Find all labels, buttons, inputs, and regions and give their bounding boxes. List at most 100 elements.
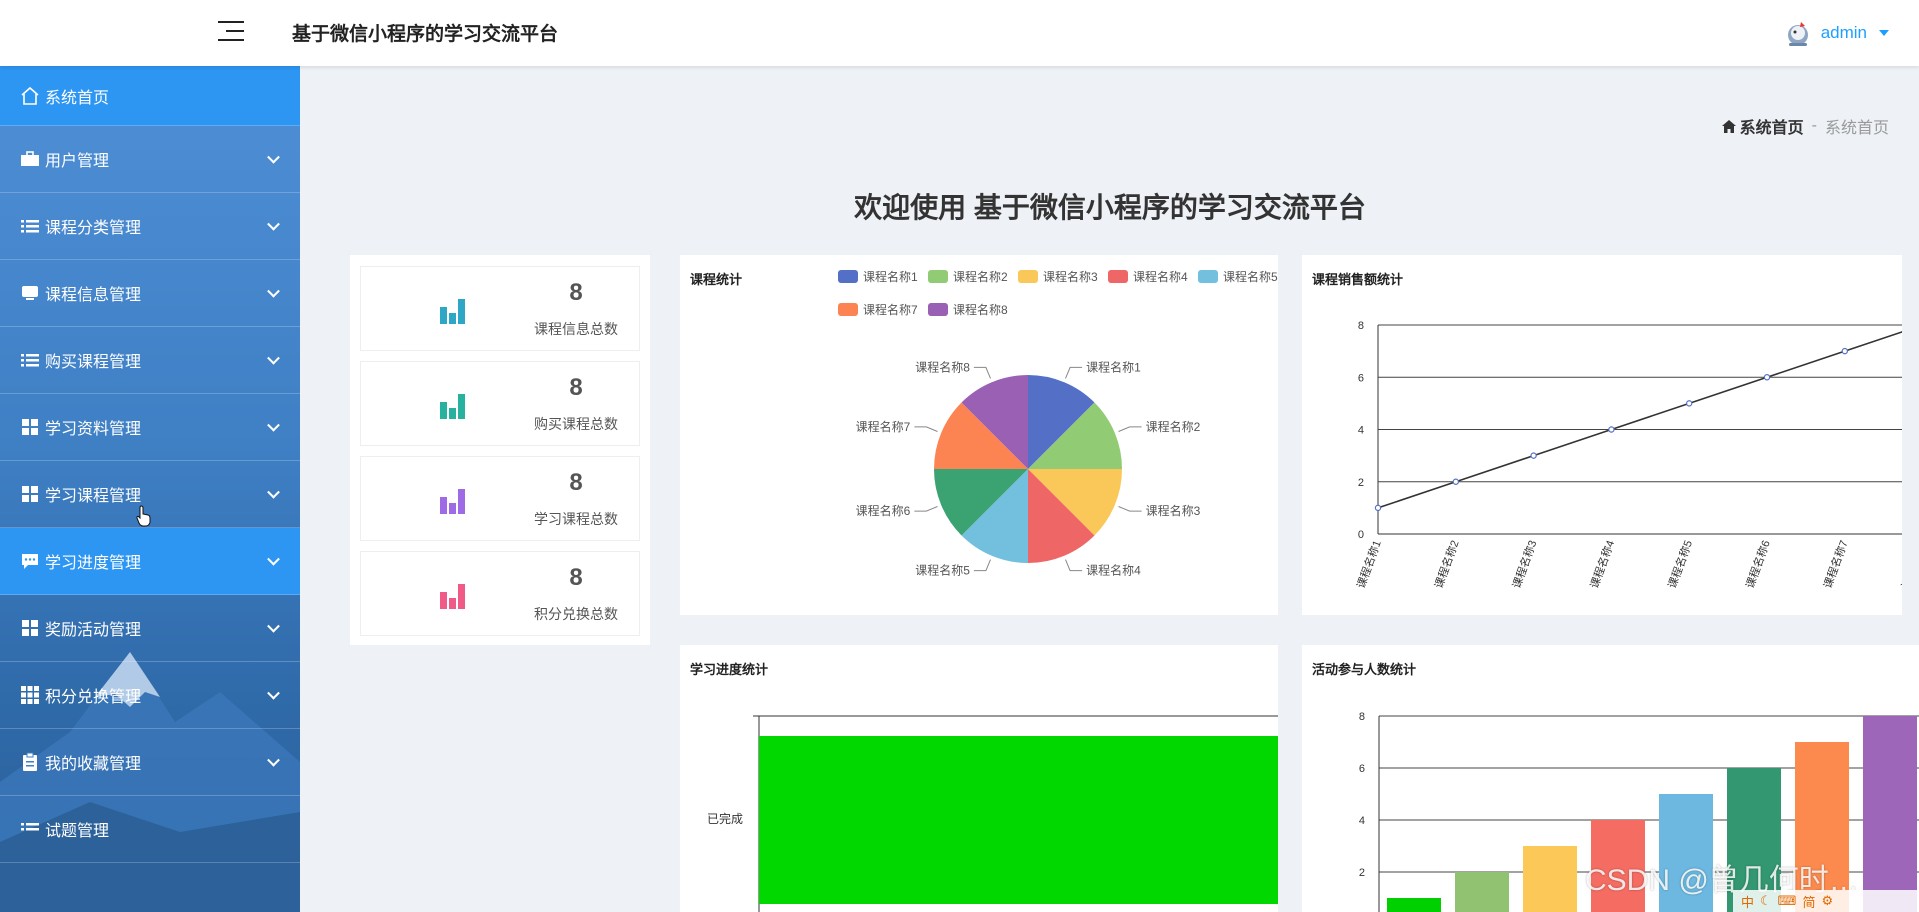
sidebar-item-label: 用户管理 (45, 153, 110, 170)
chevron-down-icon (267, 150, 280, 164)
sidebar-item-course-info[interactable]: 课程信息管理 (0, 260, 300, 327)
pie-label-line (973, 559, 991, 572)
bar (1387, 898, 1441, 912)
pie-label: 课程名称5 (915, 563, 970, 578)
sidebar-item-study-course[interactable]: 学习课程管理 (0, 461, 300, 528)
app-title: 基于微信小程序的学习交流平台 (292, 24, 559, 45)
sidebar-item-points[interactable]: 积分兑换管理 (0, 662, 300, 729)
x-tick-label: 课程名称5 (1665, 538, 1695, 590)
stat-card-purchase: 8 购买课程总数 (360, 361, 640, 446)
y-tick-label: 2 (1358, 477, 1364, 489)
briefcase-icon (21, 151, 39, 166)
ime-toolbar[interactable]: 中 ☾ ⌨ 简 ⚙ (1733, 890, 1919, 912)
y-tick-label: 4 (1358, 425, 1364, 437)
pie-label: 课程名称6 (856, 503, 911, 518)
clipboard-icon (23, 752, 37, 771)
chevron-down-icon (267, 351, 280, 365)
grid-icon (22, 486, 38, 502)
grid-icon (22, 620, 38, 636)
sidebar: 系统首页 用户管理 课程分类管理 课程信息管理 购买课程管理 学习资料管理 学习… (0, 66, 300, 912)
pie-chart: 课程名称1 课程名称2 课程名称3 课程名称4 课程名称5 课程名称6 课程名称7 课程名称8 (856, 359, 1201, 578)
y-tick-label: 6 (1358, 372, 1364, 384)
user-menu[interactable]: admin (1783, 18, 1889, 48)
menu-toggle-icon[interactable] (218, 20, 244, 42)
x-tick-label: 课程名称7 (1820, 538, 1850, 590)
sidebar-item-users[interactable]: 用户管理 (0, 126, 300, 193)
course-pie-card: 课程统计 课程名称1课程名称2课程名称3课程名称4课程名称5课程名称6课程名称7… (680, 255, 1278, 615)
sidebar-item-course-category[interactable]: 课程分类管理 (0, 193, 300, 260)
x-tick-label: 课程名称6 (1743, 538, 1773, 590)
data-point (1530, 452, 1537, 459)
sidebar-item-purchase[interactable]: 购买课程管理 (0, 327, 300, 394)
bar-chart-icon (440, 584, 465, 609)
bar-chart-icon (440, 394, 465, 419)
y-tick-label: 2 (1359, 867, 1365, 879)
pie-label: 课程名称1 (1086, 359, 1141, 374)
sidebar-item-label: 学习资料管理 (45, 421, 142, 438)
monitor-icon (22, 286, 38, 300)
data-point (1374, 504, 1382, 512)
sidebar-item-label: 积分兑换管理 (45, 689, 142, 706)
data-point (1763, 374, 1771, 381)
avatar (1787, 22, 1808, 46)
pie-label-line (1118, 426, 1142, 432)
data-point (1608, 426, 1615, 433)
y-tick-label: 已完成 (707, 811, 743, 826)
pie-label-line (914, 426, 938, 432)
sidebar-item-label: 课程分类管理 (45, 220, 142, 237)
pie-label-line (973, 366, 991, 379)
sidebar-item-label: 试题管理 (45, 823, 110, 840)
bar-chart-icon (440, 299, 465, 324)
x-tick-label: 课程名称2 (1431, 538, 1461, 590)
sidebar-item-label: 学习进度管理 (45, 555, 142, 572)
sidebar-item-rewards[interactable]: 奖励活动管理 (0, 595, 300, 662)
chevron-down-icon (267, 686, 280, 700)
ime-label: 中 (1741, 894, 1755, 910)
stat-card-course-info: 8 课程信息总数 (360, 266, 640, 351)
sidebar-item-favorites[interactable]: 我的收藏管理 (0, 729, 300, 796)
bar-chart-icon (440, 489, 465, 514)
home-icon (21, 86, 39, 105)
stat-card-points: 8 积分兑换总数 (360, 551, 640, 636)
chevron-down-icon (1879, 30, 1889, 36)
breadcrumb-current: 系统首页 (1824, 120, 1889, 137)
data-point (1452, 478, 1459, 485)
welcome-title: 欢迎使用 基于微信小程序的学习交流平台 (854, 192, 1366, 223)
list-icon (21, 823, 39, 831)
grid-icon (22, 419, 38, 435)
bar (1863, 716, 1917, 912)
sidebar-item-materials[interactable]: 学习资料管理 (0, 394, 300, 461)
pie-label-line (1065, 366, 1083, 379)
chevron-down-icon (267, 217, 280, 231)
sidebar-item-progress[interactable]: 学习进度管理 (0, 528, 300, 595)
bar (1523, 846, 1577, 912)
pie-label-line (1118, 506, 1142, 512)
pie-label: 课程名称4 (1086, 563, 1141, 578)
sidebar-item-questions[interactable]: 试题管理 (0, 796, 300, 863)
sidebar-item-label: 我的收藏管理 (45, 756, 142, 773)
chevron-down-icon (267, 619, 280, 633)
ime-moon-icon: ☾ (1760, 893, 1772, 908)
breadcrumb: 系统首页 - 系统首页 (1721, 114, 1889, 138)
list-icon (21, 220, 39, 233)
list-icon (21, 354, 39, 367)
sidebar-item-label: 系统首页 (45, 89, 110, 107)
user-name: admin (1820, 23, 1867, 42)
bar (1455, 872, 1509, 912)
y-tick-label: 8 (1359, 711, 1365, 723)
y-tick-label: 8 (1358, 320, 1364, 332)
chevron-down-icon (267, 753, 280, 767)
sidebar-item-label: 奖励活动管理 (45, 622, 142, 639)
stats-panel: 8 课程信息总数 8 购买课程总数 8 学习课程总数 8 积分兑换总数 (350, 255, 650, 645)
stat-label: 积分兑换总数 (534, 606, 618, 622)
stat-label: 购买课程总数 (534, 416, 618, 432)
ime-label: 简 (1802, 894, 1816, 910)
sidebar-item-home[interactable]: 系统首页 (0, 66, 300, 126)
ime-keyboard-icon: ⌨ (1777, 893, 1797, 908)
chat-icon (22, 554, 38, 569)
sidebar-item-label: 购买课程管理 (45, 354, 142, 371)
pie-label: 课程名称3 (1146, 503, 1201, 518)
stat-label: 学习课程总数 (534, 511, 618, 527)
stat-value: 8 (569, 374, 583, 401)
breadcrumb-home[interactable]: 系统首页 (1721, 114, 1804, 138)
